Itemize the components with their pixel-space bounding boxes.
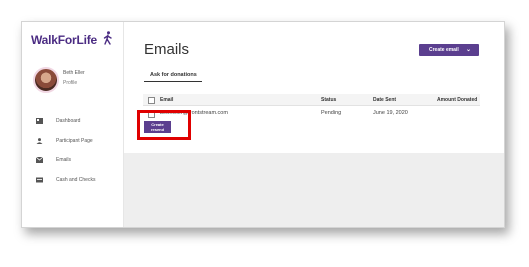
brand-logo[interactable]: WalkForLife: [31, 33, 97, 47]
sidebar-item-participant-page[interactable]: Participant Page: [36, 137, 121, 147]
chevron-down-icon: ⌄: [466, 47, 472, 53]
cash-icon: [36, 177, 43, 183]
column-header-status[interactable]: Status: [321, 97, 336, 103]
sidebar: WalkForLife Beth Eller Profile Dashboard…: [22, 22, 124, 227]
sidebar-item-label: Cash and Checks: [56, 177, 96, 183]
walker-icon: [103, 31, 112, 45]
column-header-amount-donated[interactable]: Amount Donated: [437, 97, 477, 103]
profile-link[interactable]: Profile: [63, 80, 77, 86]
tab-underline: [144, 81, 202, 82]
person-icon: [36, 138, 43, 144]
create-email-button[interactable]: Create email ⌄: [419, 44, 479, 56]
content-background: [124, 153, 504, 227]
sidebar-item-dashboard[interactable]: Dashboard: [36, 117, 121, 127]
column-header-email[interactable]: Email: [160, 97, 173, 103]
page-title: Emails: [144, 41, 190, 58]
select-all-checkbox[interactable]: [148, 97, 155, 104]
avatar[interactable]: [33, 67, 59, 93]
row-status: Pending: [321, 110, 342, 116]
user-name: Beth Eller: [63, 70, 85, 76]
sidebar-item-cash-and-checks[interactable]: Cash and Checks: [36, 176, 121, 186]
app-window: WalkForLife Beth Eller Profile Dashboard…: [21, 21, 505, 228]
table-header: Email Status Date Sent Amount Donated: [143, 94, 480, 106]
tab-ask-for-donations[interactable]: Ask for donations: [150, 72, 197, 78]
create-email-label: Create email: [429, 47, 459, 53]
highlight-box: [137, 110, 191, 140]
sidebar-item-label: Emails: [56, 157, 72, 163]
column-header-date-sent[interactable]: Date Sent: [373, 97, 396, 103]
envelope-icon: [36, 157, 43, 163]
sidebar-item-label: Participant Page: [56, 138, 93, 144]
brand-walk: WalkFor: [31, 33, 77, 47]
dashboard-icon: [36, 118, 43, 124]
brand-life: Life: [76, 33, 98, 47]
row-date-sent: June 19, 2020: [373, 110, 408, 116]
sidebar-item-label: Dashboard: [56, 118, 81, 124]
sidebar-item-emails[interactable]: Emails: [36, 156, 121, 166]
